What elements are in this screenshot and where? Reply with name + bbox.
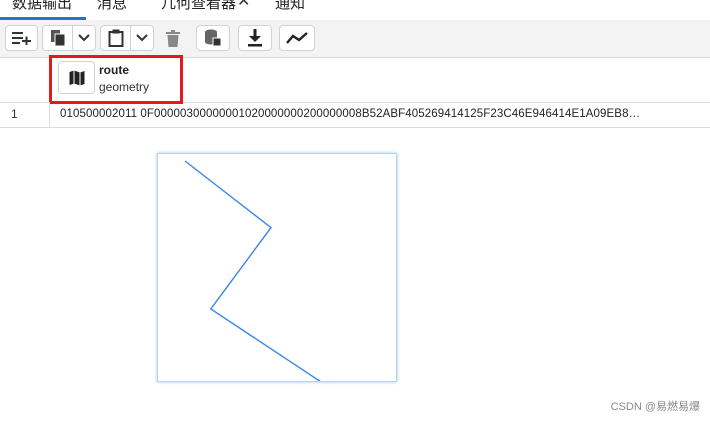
download-icon <box>248 29 262 47</box>
geometry-cell[interactable]: 010500002011 0F0000030000000102000000020… <box>60 108 710 120</box>
geometry-map[interactable] <box>158 154 396 384</box>
copy-button[interactable] <box>42 25 72 51</box>
tab-geometry-viewer[interactable]: 几何查看器 <box>161 0 236 13</box>
chevron-down-icon <box>78 34 90 42</box>
download-button[interactable] <box>238 25 272 51</box>
clipboard-icon <box>108 29 123 47</box>
add-row-button[interactable] <box>5 25 38 51</box>
highlight-box <box>49 55 183 104</box>
copy-icon <box>50 30 65 47</box>
route-polyline <box>184 160 323 384</box>
row-number: 1 <box>0 102 50 127</box>
paste-button[interactable] <box>100 25 130 51</box>
save-data-button[interactable] <box>196 25 230 51</box>
watermark: CSDN @易燃易爆 <box>610 401 700 413</box>
geometry-viewer-panel[interactable] <box>157 153 397 384</box>
tab-bar: 数据输出 消息 几何查看器 ✕ 通知 <box>0 0 710 20</box>
database-save-icon <box>205 29 222 47</box>
trash-icon <box>166 29 180 47</box>
tab-data-output[interactable]: 数据输出 <box>12 0 72 13</box>
tab-close-icon[interactable]: ✕ <box>237 0 250 11</box>
toolbar <box>0 20 710 58</box>
add-row-icon <box>11 32 31 45</box>
graph-visualiser-button[interactable] <box>279 25 315 51</box>
tab-messages[interactable]: 消息 <box>97 0 127 13</box>
tab-notifications[interactable]: 通知 <box>275 0 305 13</box>
copy-dropdown-button[interactable] <box>72 25 96 51</box>
delete-button[interactable] <box>158 25 188 51</box>
row-number-header <box>0 58 51 102</box>
table-row[interactable]: 1 010500002011 0F00000300000001020000000… <box>0 102 710 128</box>
paste-dropdown-button[interactable] <box>130 25 154 51</box>
line-chart-icon <box>286 32 308 44</box>
chevron-down-icon <box>136 34 148 42</box>
